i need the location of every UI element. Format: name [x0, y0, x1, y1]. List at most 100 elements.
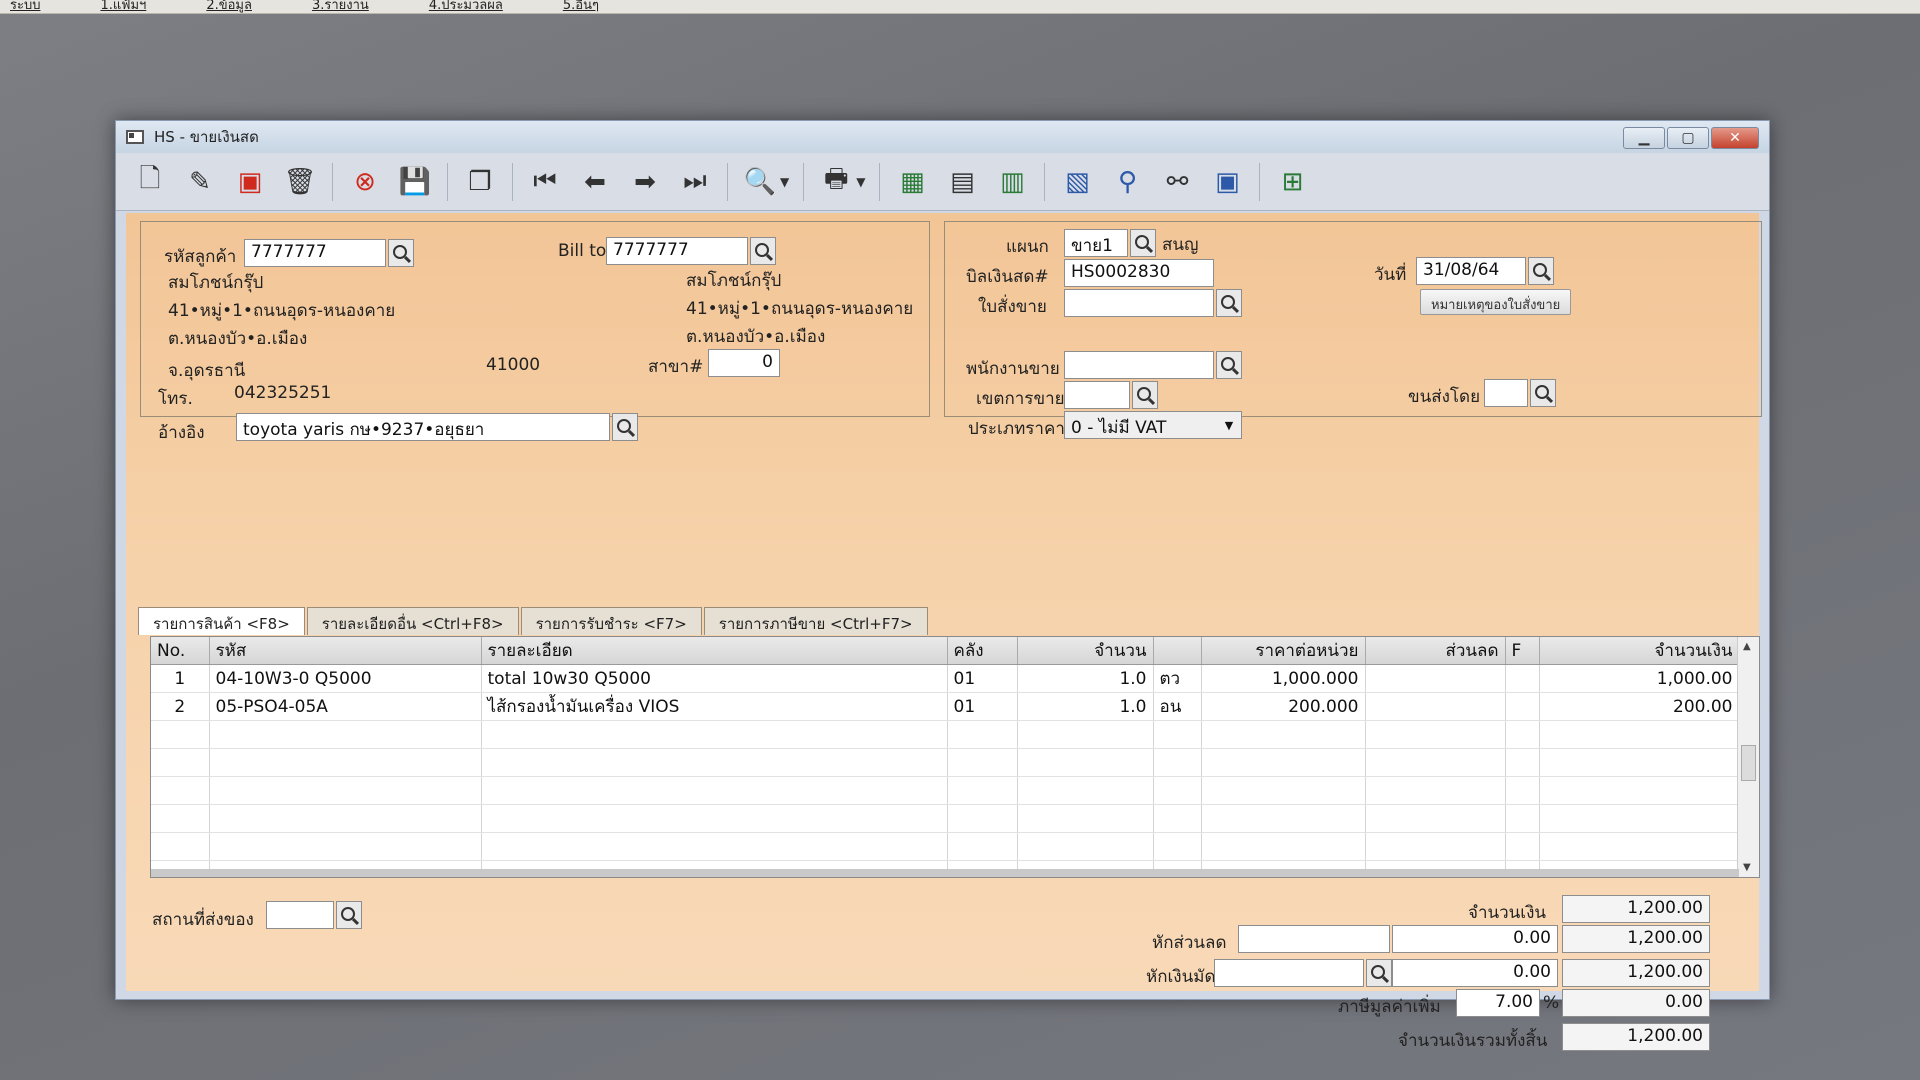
network-icon[interactable]: ⊞ [1274, 164, 1310, 200]
column-header[interactable]: คลัง [947, 637, 1018, 665]
menu-item[interactable]: ระบบ [10, 0, 40, 13]
scroll-down-icon[interactable]: ▼ [1743, 862, 1751, 873]
sales-order-note-button[interactable]: หมายเหตุของใบสั่งขาย [1420, 289, 1572, 315]
close-window-button[interactable]: ✕ [1711, 127, 1759, 149]
branch-field[interactable]: 0 [708, 349, 780, 377]
column-header[interactable]: ส่วนลด [1365, 637, 1506, 665]
customer-code-field[interactable]: 7777777 [244, 239, 386, 267]
title-bar[interactable]: HS - ขายเงินสด ▁ ▢ ✕ [116, 121, 1769, 153]
item-unit[interactable]: ตว [1153, 664, 1202, 693]
column-header[interactable]: F [1505, 637, 1540, 665]
tab-sales-tax[interactable]: รายการภาษีขาย <Ctrl+F7> [703, 607, 928, 635]
cancel-icon[interactable]: ⊗ [347, 164, 383, 200]
table-row[interactable]: 1 04-10W3-0 Q5000 total 10w30 Q5000 01 1… [151, 664, 1740, 693]
first-record-icon[interactable]: ⏮ [527, 164, 563, 200]
ship-by-field[interactable] [1484, 379, 1528, 407]
menu-item[interactable]: 3.รายงาน [312, 0, 369, 13]
empty-row[interactable] [151, 720, 1740, 749]
menu-item[interactable]: 5.อื่นๆ [563, 0, 599, 13]
last-record-icon[interactable]: ⏭ [677, 164, 713, 200]
register-icon[interactable]: ▤ [944, 164, 980, 200]
print-icon[interactable]: 🖶 [818, 164, 854, 200]
item-warehouse[interactable]: 01 [947, 692, 1018, 721]
item-quantity[interactable]: 1.0 [1017, 692, 1154, 721]
save-icon[interactable]: 💾 [397, 164, 433, 200]
column-header[interactable]: รหัส [209, 637, 482, 665]
item-warehouse[interactable]: 01 [947, 664, 1018, 693]
sales-order-icon[interactable]: ▥ [994, 164, 1030, 200]
link-icon[interactable]: ⚯ [1159, 164, 1195, 200]
menu-item[interactable]: 1.แฟ้มฯ [100, 0, 146, 13]
table-row[interactable]: 2 05-PSO4-05A ไส้กรองน้ำมันเครื่อง VIOS … [151, 692, 1740, 721]
tab-payments[interactable]: รายการรับชำระ <F7> [520, 607, 702, 635]
chevron-down-icon[interactable]: ▼ [1218, 412, 1240, 438]
ship-by-search-button[interactable] [1530, 379, 1556, 407]
column-header[interactable]: No. [151, 637, 210, 665]
item-unit-price[interactable]: 1,000.000 [1201, 664, 1366, 693]
report-icon[interactable]: ▧ [1059, 164, 1095, 200]
scroll-thumb[interactable] [1741, 745, 1756, 781]
empty-row[interactable] [151, 804, 1740, 833]
item-quantity[interactable]: 1.0 [1017, 664, 1154, 693]
column-header[interactable]: ราคาต่อหน่วย [1201, 637, 1366, 665]
minimize-button[interactable]: ▁ [1623, 127, 1665, 149]
grid-horizontal-scrollbar[interactable] [151, 869, 1739, 877]
column-header[interactable] [1153, 637, 1202, 665]
item-description[interactable]: ไส้กรองน้ำมันเครื่อง VIOS [481, 692, 948, 721]
copy-icon[interactable]: ❐ [462, 164, 498, 200]
chevron-down-icon[interactable]: ▼ [856, 175, 865, 189]
chevron-down-icon[interactable]: ▼ [780, 175, 789, 189]
ok-icon[interactable]: ▣ [1209, 164, 1245, 200]
item-unit[interactable]: อน [1153, 692, 1202, 721]
billto-code-field[interactable]: 7777777 [606, 237, 748, 265]
sales-area-search-button[interactable] [1132, 381, 1158, 409]
empty-row[interactable] [151, 748, 1740, 777]
item-unit-price[interactable]: 200.000 [1201, 692, 1366, 721]
sales-area-field[interactable] [1064, 381, 1130, 409]
empty-row[interactable] [151, 776, 1740, 805]
discount-amount-field[interactable]: 0.00 [1392, 925, 1558, 953]
vat-rate-field[interactable]: 7.00 [1456, 989, 1540, 1017]
calculator-icon[interactable]: ▦ [894, 164, 930, 200]
deposit-text-field[interactable] [1214, 959, 1364, 987]
new-document-icon[interactable]: 🗋 [132, 164, 168, 200]
customer-search-button[interactable] [388, 239, 414, 267]
sales-order-search-button[interactable] [1216, 289, 1242, 317]
department-search-button[interactable] [1130, 229, 1156, 257]
bill-number-field[interactable]: HS0002830 [1064, 259, 1214, 287]
reference-search-button[interactable] [612, 413, 638, 441]
deposit-search-button[interactable] [1366, 959, 1392, 987]
grid-vertical-scrollbar[interactable]: ▲ ▼ [1737, 637, 1759, 877]
next-record-icon[interactable]: ➡ [627, 164, 663, 200]
deposit-amount-field[interactable]: 0.00 [1392, 959, 1558, 987]
column-header[interactable]: จำนวน [1017, 637, 1154, 665]
item-discount[interactable] [1365, 692, 1506, 721]
price-type-select[interactable]: 0 - ไม่มี VAT ▼ [1064, 411, 1242, 439]
item-description[interactable]: total 10w30 Q5000 [481, 664, 948, 693]
item-code[interactable]: 04-10W3-0 Q5000 [209, 664, 482, 693]
scroll-up-icon[interactable]: ▲ [1743, 641, 1751, 652]
department-field[interactable]: ขาย1 [1064, 229, 1128, 257]
discount-text-field[interactable] [1238, 925, 1390, 953]
tab-items[interactable]: รายการสินค้า <F8> [138, 607, 305, 635]
item-flag[interactable] [1505, 692, 1540, 721]
date-field[interactable]: 31/08/64 [1416, 257, 1526, 285]
menu-item[interactable]: 2.ข้อมูล [206, 0, 252, 13]
reference-field[interactable]: toyota yaris กษ•9237•อยุธยา [236, 413, 610, 441]
date-picker-button[interactable] [1528, 257, 1554, 285]
salesman-search-button[interactable] [1216, 351, 1242, 379]
salesman-field[interactable] [1064, 351, 1214, 379]
void-icon[interactable]: ▣ [232, 164, 268, 200]
item-discount[interactable] [1365, 664, 1506, 693]
approve-icon[interactable]: ⚲ [1109, 164, 1145, 200]
edit-icon[interactable]: ✎ [182, 164, 218, 200]
empty-row[interactable] [151, 832, 1740, 861]
menu-item[interactable]: 4.ประมวลผล [429, 0, 503, 13]
item-flag[interactable] [1505, 664, 1540, 693]
ship-place-field[interactable] [266, 901, 334, 929]
column-header[interactable]: จำนวนเงิน [1539, 637, 1740, 665]
ship-place-search-button[interactable] [336, 901, 362, 929]
billto-search-button[interactable] [750, 237, 776, 265]
previous-record-icon[interactable]: ⬅ [577, 164, 613, 200]
item-code[interactable]: 05-PSO4-05A [209, 692, 482, 721]
